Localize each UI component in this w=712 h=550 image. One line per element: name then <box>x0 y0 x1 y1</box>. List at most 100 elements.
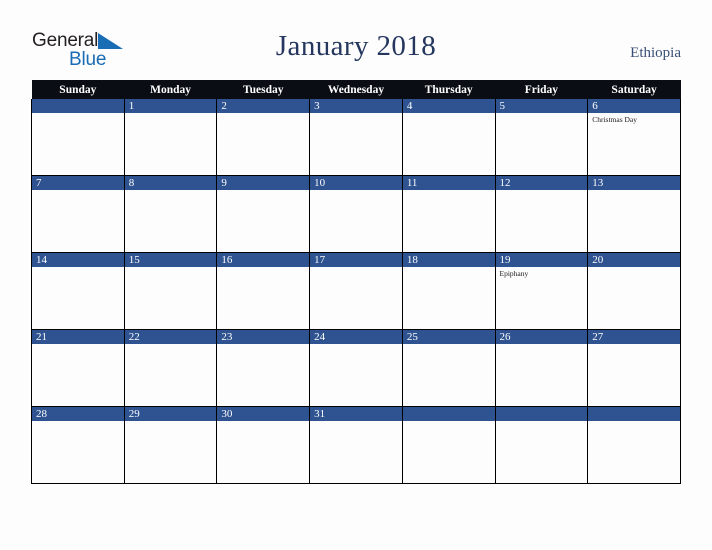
calendar-day-cell[interactable]: 28 <box>31 406 125 484</box>
day-events <box>125 267 217 269</box>
day-number: 26 <box>495 330 588 344</box>
day-number <box>588 407 680 421</box>
day-number: 23 <box>217 330 310 344</box>
day-number: 1 <box>124 99 217 113</box>
calendar-day-cell[interactable]: 4 <box>401 99 496 176</box>
calendar-day-cell[interactable]: 14 <box>31 252 125 330</box>
day-events <box>310 113 402 115</box>
calendar-day-cell[interactable]: 27 <box>587 329 681 407</box>
calendar-week-row: 28 29 30 31 <box>31 406 681 484</box>
calendar-day-cell[interactable]: 7 <box>31 175 125 253</box>
day-events <box>496 190 588 192</box>
calendar-day-cell[interactable]: 21 <box>31 329 125 407</box>
event-label: Christmas Day <box>592 115 638 124</box>
day-events <box>32 344 124 346</box>
calendar-day-cell[interactable]: 15 <box>123 252 218 330</box>
calendar-day-cell[interactable]: 26 <box>494 329 589 407</box>
calendar-day-cell[interactable]: 13 <box>587 175 681 253</box>
day-events <box>217 344 309 346</box>
day-number: 21 <box>32 330 124 344</box>
calendar-day-cell[interactable]: 17 <box>309 252 403 330</box>
day-events <box>588 267 680 269</box>
weekday-header-wednesday: Wednesday <box>309 80 403 99</box>
day-number: 6 <box>588 99 680 113</box>
weekday-header-row: Sunday Monday Tuesday Wednesday Thursday… <box>31 80 681 99</box>
weekday-header-sunday: Sunday <box>31 80 125 99</box>
day-events: Christmas Day <box>588 113 680 125</box>
day-number: 30 <box>217 407 310 421</box>
day-events <box>32 190 124 192</box>
calendar-body: 1 2 3 4 5 6 Christmas Day 7 8 9 10 11 12 13 14 15 16 17 18… <box>31 99 681 484</box>
calendar-day-cell[interactable]: 3 <box>309 99 403 176</box>
day-events <box>403 421 495 423</box>
day-number: 31 <box>310 407 402 421</box>
day-events <box>125 421 217 423</box>
day-number: 11 <box>402 176 495 190</box>
calendar-day-cell[interactable]: 25 <box>401 329 496 407</box>
calendar-day-cell[interactable]: 12 <box>494 175 589 253</box>
calendar-day-cell[interactable]: 16 <box>216 252 311 330</box>
day-events <box>217 113 309 115</box>
calendar-header-row: Sunday Monday Tuesday Wednesday Thursday… <box>31 80 681 99</box>
calendar-day-cell[interactable]: 10 <box>309 175 403 253</box>
day-events <box>217 267 309 269</box>
day-events <box>217 421 309 423</box>
calendar-day-cell[interactable] <box>494 406 589 484</box>
day-events <box>310 421 402 423</box>
day-number: 7 <box>32 176 124 190</box>
day-events <box>125 344 217 346</box>
day-events <box>403 190 495 192</box>
day-events <box>310 344 402 346</box>
calendar-week-row: 1 2 3 4 5 6 Christmas Day <box>31 99 681 176</box>
day-number: 4 <box>402 99 495 113</box>
weekday-header-monday: Monday <box>124 80 217 99</box>
day-number <box>402 407 495 421</box>
calendar-week-row: 21 22 23 24 25 26 27 <box>31 329 681 407</box>
calendar-grid: Sunday Monday Tuesday Wednesday Thursday… <box>31 80 681 484</box>
calendar-day-cell[interactable]: 31 <box>309 406 403 484</box>
day-number: 14 <box>32 253 124 267</box>
weekday-header-saturday: Saturday <box>587 80 681 99</box>
weekday-header-tuesday: Tuesday <box>216 80 310 99</box>
calendar-day-cell[interactable] <box>587 406 681 484</box>
calendar-day-cell[interactable]: 22 <box>123 329 218 407</box>
calendar-day-cell[interactable]: 23 <box>216 329 311 407</box>
calendar-day-cell[interactable]: 24 <box>309 329 403 407</box>
day-number: 18 <box>402 253 495 267</box>
calendar-day-cell[interactable]: 20 <box>587 252 681 330</box>
day-number: 5 <box>495 99 588 113</box>
event-label: Epiphany <box>499 269 529 278</box>
day-number: 13 <box>588 176 680 190</box>
day-number: 15 <box>124 253 217 267</box>
calendar-day-cell[interactable] <box>31 99 125 176</box>
day-events <box>496 421 588 423</box>
calendar-day-cell[interactable]: 1 <box>123 99 218 176</box>
day-number: 24 <box>310 330 402 344</box>
calendar-day-cell[interactable]: 9 <box>216 175 311 253</box>
calendar-day-cell[interactable]: 19 Epiphany <box>494 252 589 330</box>
calendar-day-cell[interactable]: 29 <box>123 406 218 484</box>
calendar-day-cell[interactable]: 30 <box>216 406 311 484</box>
day-number: 22 <box>124 330 217 344</box>
calendar-day-cell[interactable]: 5 <box>494 99 589 176</box>
calendar-day-cell[interactable]: 18 <box>401 252 496 330</box>
day-events <box>496 113 588 115</box>
day-number: 25 <box>402 330 495 344</box>
day-number: 27 <box>588 330 680 344</box>
calendar-day-cell[interactable]: 11 <box>401 175 496 253</box>
calendar-day-cell[interactable] <box>401 406 496 484</box>
calendar-day-cell[interactable]: 8 <box>123 175 218 253</box>
day-events: Epiphany <box>496 267 588 279</box>
day-number: 16 <box>217 253 310 267</box>
day-events <box>32 113 124 115</box>
day-number: 29 <box>124 407 217 421</box>
calendar-day-cell[interactable]: 2 <box>216 99 311 176</box>
day-number: 17 <box>310 253 402 267</box>
day-number: 2 <box>217 99 310 113</box>
calendar-day-cell[interactable]: 6 Christmas Day <box>587 99 681 176</box>
weekday-header-friday: Friday <box>495 80 588 99</box>
day-number: 9 <box>217 176 310 190</box>
calendar-week-row: 14 15 16 17 18 19 Epiphany 20 <box>31 252 681 330</box>
day-events <box>125 190 217 192</box>
country-label: Ethiopia <box>630 45 681 61</box>
